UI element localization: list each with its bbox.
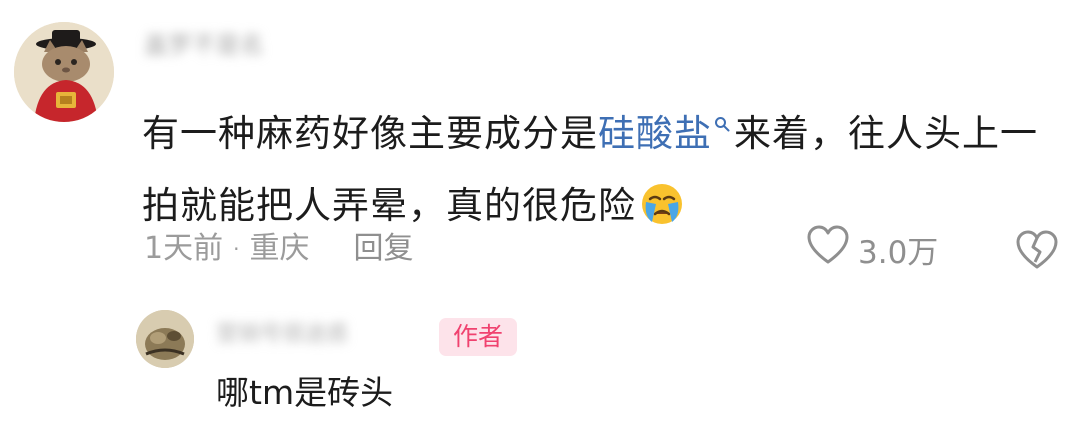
loudly-crying-face-icon <box>640 178 684 250</box>
search-icon[interactable] <box>714 84 730 156</box>
reply-username[interactable]: 营销号很迷惑 <box>216 318 426 352</box>
avatar-icon <box>136 310 194 368</box>
comment-meta: 1天前 · 重庆 回复 <box>144 227 413 271</box>
reply-button[interactable]: 回复 <box>353 227 413 271</box>
comment-location: 重庆 <box>249 231 310 266</box>
author-badge: 作者 <box>439 318 517 356</box>
comment-username[interactable]: 盖罗不是名 <box>144 28 314 62</box>
dislike-button[interactable] <box>1014 229 1060 275</box>
comment-time: 1天前 <box>144 231 224 266</box>
avatar[interactable] <box>14 22 114 122</box>
like-button[interactable]: 3.0万 <box>806 225 939 273</box>
like-count: 3.0万 <box>858 234 939 271</box>
broken-heart-icon <box>1016 230 1058 269</box>
keyword-link[interactable]: 硅酸盐 <box>598 112 712 155</box>
heart-icon <box>806 225 850 273</box>
reply-text: 哪tm是砖头 <box>216 373 394 412</box>
comment-text-before: 有一种麻药好像主要成分是 <box>142 112 598 155</box>
cat-avatar-icon <box>14 22 114 122</box>
reply-avatar[interactable] <box>136 310 194 368</box>
meta-separator: · <box>233 237 240 261</box>
comment-text: 有一种麻药好像主要成分是硅酸盐 来着，往人头上一拍就能把人弄晕，真的很危险 <box>142 84 1067 250</box>
